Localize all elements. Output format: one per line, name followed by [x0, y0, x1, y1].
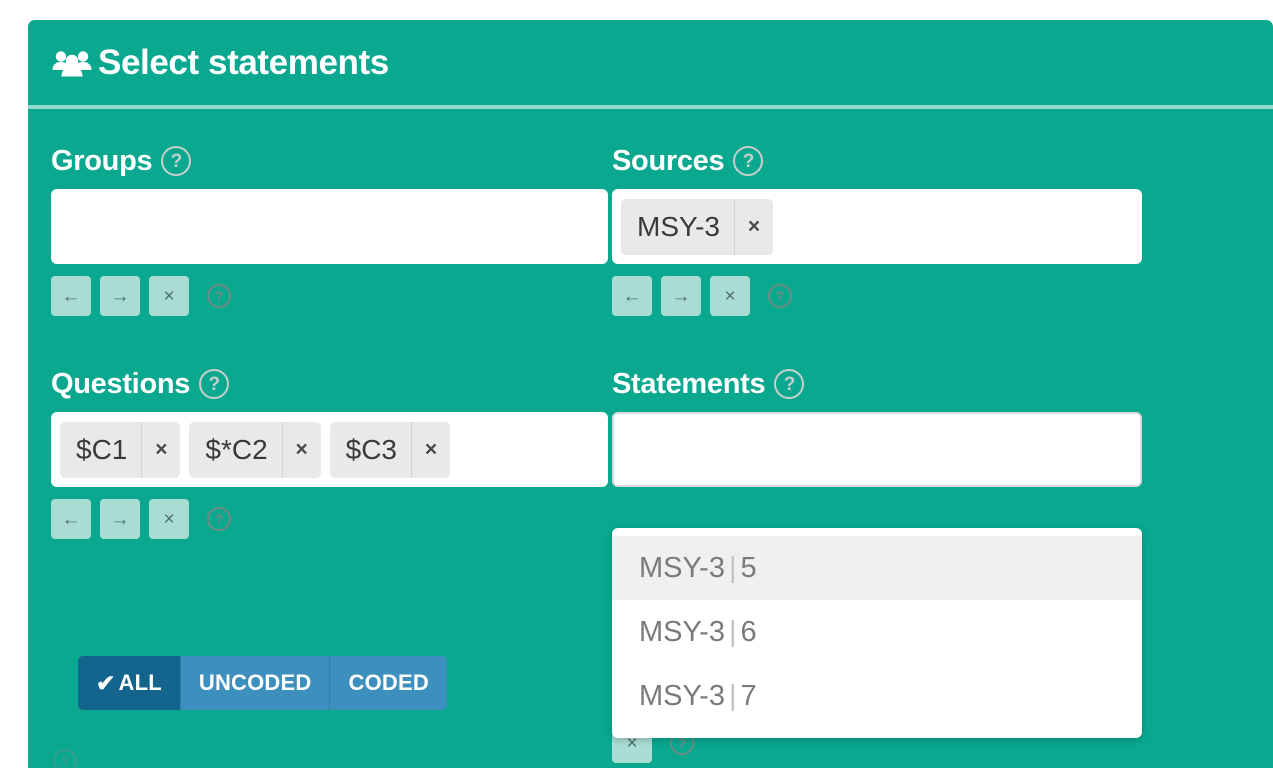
chip-remove-icon[interactable]: ×	[141, 421, 180, 478]
toggle-all-label: ALL	[118, 670, 162, 695]
dropdown-item[interactable]: MSY-3 | 6	[612, 600, 1142, 664]
label-sources: Sources ?	[612, 146, 1142, 176]
toggle-coded-button[interactable]: CODED	[330, 656, 447, 710]
groups-next-button[interactable]: →	[100, 276, 140, 316]
panel-header: Select statements	[28, 20, 1273, 105]
page-title: Select statements	[98, 43, 389, 82]
arrow-left-icon: ←	[61, 508, 81, 530]
toggle-all-button[interactable]: ✔ ALL	[78, 656, 181, 710]
sources-input[interactable]: MSY-3 ×	[612, 189, 1142, 264]
close-icon: ×	[163, 285, 175, 307]
chip-label: MSY-3	[637, 210, 721, 242]
questions-next-button[interactable]: →	[100, 499, 140, 539]
dropdown-item-separator: |	[728, 615, 737, 648]
questions-clear-button[interactable]: ×	[149, 499, 189, 539]
chip-remove-icon[interactable]: ×	[411, 421, 450, 478]
dropdown-item[interactable]: MSY-3 | 7	[612, 664, 1142, 728]
dropdown-item-source: MSY-3	[639, 615, 725, 648]
sources-clear-button[interactable]: ×	[710, 276, 750, 316]
arrow-left-icon: ←	[61, 285, 81, 307]
statements-input[interactable]	[612, 412, 1142, 487]
chip[interactable]: $C1 ×	[60, 421, 181, 478]
dropdown-item-source: MSY-3	[639, 679, 725, 712]
label-statements: Statements ?	[612, 369, 1142, 399]
questions-input[interactable]: $C1 × $*C2 × $C3 ×	[51, 412, 608, 487]
field-questions: Questions ? $C1 × $*C2 × $C3 × ← → × ?	[51, 369, 608, 539]
chip[interactable]: $*C2 ×	[189, 421, 321, 478]
field-groups: Groups ? ← → × ?	[51, 146, 608, 316]
question-circle-icon[interactable]: ?	[207, 284, 231, 308]
label-sources-text: Sources	[612, 144, 725, 177]
arrow-right-icon: →	[110, 285, 130, 307]
groups-prev-button[interactable]: ←	[51, 276, 91, 316]
select-statements-panel: Select statements Groups ? ← → × ? Sourc…	[28, 20, 1273, 768]
toggle-uncoded-label: UNCODED	[198, 670, 312, 695]
close-icon: ×	[724, 285, 736, 307]
screen: Select statements Groups ? ← → × ? Sourc…	[0, 0, 1273, 768]
question-circle-icon[interactable]: ?	[733, 146, 764, 176]
toggle-coded-label: CODED	[348, 670, 429, 695]
label-questions-text: Questions	[51, 367, 191, 400]
arrow-left-icon: ←	[622, 285, 642, 307]
field-statements: Statements ?	[612, 369, 1142, 487]
dropdown-item[interactable]: MSY-3 | 5	[612, 536, 1142, 600]
question-circle-icon[interactable]: ?	[53, 749, 77, 768]
label-groups-text: Groups	[51, 144, 153, 177]
dropdown-item-separator: |	[728, 679, 737, 712]
question-circle-icon[interactable]: ?	[768, 284, 792, 308]
question-circle-icon[interactable]: ?	[774, 369, 805, 399]
chip-remove-icon[interactable]: ×	[734, 198, 773, 255]
users-group-icon	[51, 47, 93, 79]
questions-prev-button[interactable]: ←	[51, 499, 91, 539]
label-statements-text: Statements	[612, 367, 766, 400]
chip-label: $C3	[345, 433, 398, 465]
chip-label: $*C2	[205, 433, 268, 465]
dropdown-item-separator: |	[728, 551, 737, 584]
question-circle-icon[interactable]: ?	[161, 146, 192, 176]
question-circle-icon[interactable]: ?	[199, 369, 230, 399]
label-groups: Groups ?	[51, 146, 608, 176]
groups-clear-button[interactable]: ×	[149, 276, 189, 316]
sources-next-button[interactable]: →	[661, 276, 701, 316]
sources-prev-button[interactable]: ←	[612, 276, 652, 316]
dropdown-item-number: 5	[740, 551, 757, 584]
field-sources: Sources ? MSY-3 × ← → × ?	[612, 146, 1142, 316]
coding-filter-toggle-group: ✔ ALL UNCODED CODED	[78, 656, 447, 710]
questions-controls: ← → × ?	[51, 499, 608, 539]
arrow-right-icon: →	[671, 285, 691, 307]
chip-label: $C1	[76, 433, 128, 465]
dropdown-item-source: MSY-3	[639, 551, 725, 584]
groups-input[interactable]	[51, 189, 608, 264]
panel-body: Groups ? ← → × ? Sources ? MSY-3 × ← → ×…	[28, 109, 1273, 768]
groups-controls: ← → × ?	[51, 276, 608, 316]
close-icon: ×	[163, 508, 175, 530]
dropdown-item-number: 6	[740, 615, 757, 648]
label-questions: Questions ?	[51, 369, 608, 399]
toggle-uncoded-button[interactable]: UNCODED	[180, 656, 331, 710]
question-circle-icon[interactable]: ?	[207, 507, 231, 531]
arrow-right-icon: →	[110, 508, 130, 530]
check-icon: ✔	[96, 669, 116, 696]
statements-dropdown[interactable]: MSY-3 | 5 MSY-3 | 6 MSY-3 | 7	[612, 528, 1142, 738]
sources-controls: ← → × ?	[612, 276, 1142, 316]
chip-remove-icon[interactable]: ×	[281, 421, 321, 478]
chip[interactable]: $C3 ×	[329, 421, 451, 478]
dropdown-item-number: 7	[740, 679, 757, 712]
chip[interactable]: MSY-3 ×	[621, 198, 774, 255]
